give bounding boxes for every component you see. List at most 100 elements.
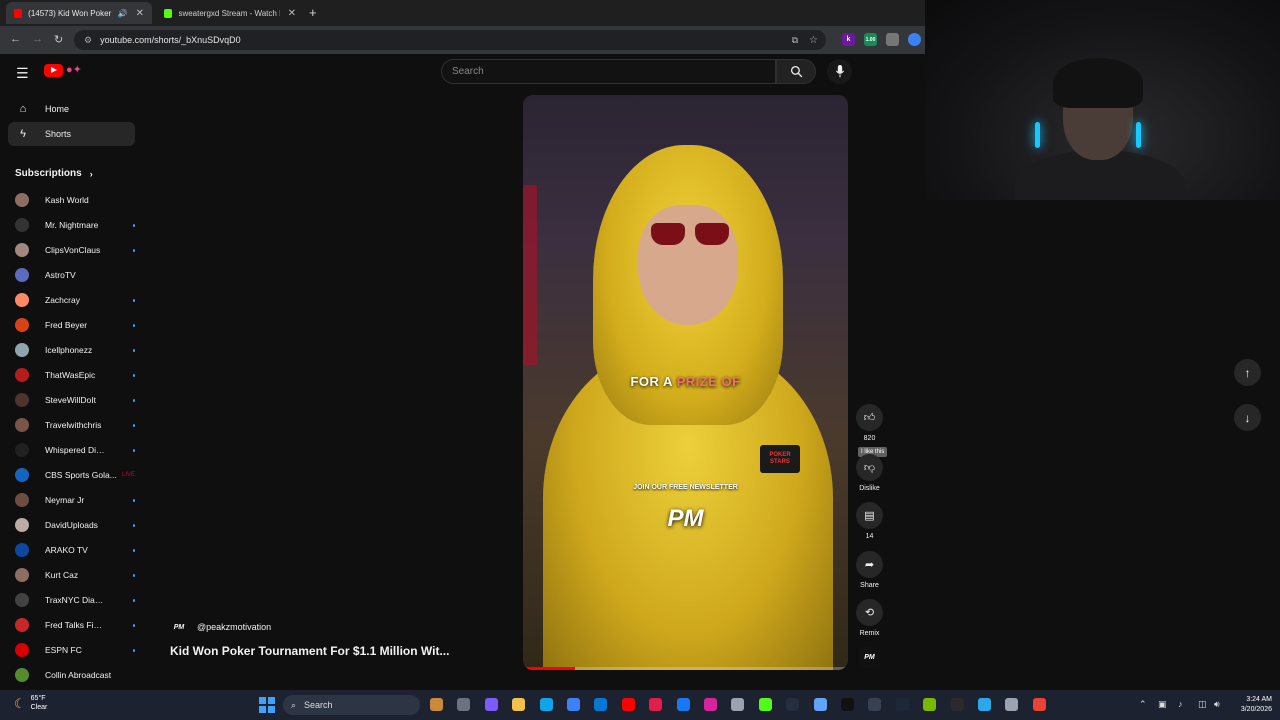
sidebar-subscription-item[interactable]: Kash World (15, 190, 135, 210)
extension-puzzle-icon[interactable] (886, 33, 899, 46)
sidebar-subscription-item[interactable]: Whispered Diaries (15, 440, 135, 460)
windows-start-button[interactable] (259, 697, 275, 713)
youtube-logo[interactable] (44, 64, 63, 77)
channel-handle[interactable]: @peakzmotivation (197, 622, 271, 632)
previous-short-button[interactable]: ↑ (1234, 359, 1261, 386)
close-tab-icon[interactable]: ✕ (288, 8, 296, 19)
sidebar-item-home[interactable]: ⌂ Home (8, 97, 135, 121)
sidebar-subscription-item[interactable]: Mr. Nightmare (15, 215, 135, 235)
forward-icon[interactable]: → (32, 33, 43, 45)
bookmark-star-icon[interactable]: ☆ (809, 35, 818, 46)
steam-icon[interactable] (895, 698, 909, 711)
sidebar-subscription-item[interactable]: DavidUploads (15, 515, 135, 535)
chrome-icon[interactable] (1032, 698, 1046, 711)
copilot-icon[interactable] (484, 698, 498, 711)
comment-count: 14 (865, 533, 874, 540)
sidebar-subscription-item[interactable]: ARAKO TV (15, 540, 135, 560)
app-dark-icon[interactable] (868, 698, 882, 711)
tiktok-icon[interactable] (841, 698, 854, 711)
tray-app-icon[interactable]: ▣ (1158, 699, 1167, 710)
speaker-icon[interactable]: 🔊 (118, 9, 128, 18)
amazon-icon[interactable] (786, 698, 800, 711)
settings-icon[interactable] (1005, 698, 1019, 711)
share-button[interactable]: ➦ (856, 551, 883, 578)
search-input[interactable]: Search (441, 59, 776, 84)
dislike-button[interactable]: 👎︎ (856, 454, 883, 481)
epic-games-icon[interactable] (950, 698, 964, 711)
install-app-icon[interactable]: ⧉ (792, 35, 798, 46)
browser-tab-youtube[interactable]: (14573) Kid Won Poker Tourn 🔊 ✕ (6, 2, 152, 24)
channel-avatar (15, 268, 29, 282)
kick-app-icon[interactable] (758, 698, 772, 711)
comments-button[interactable]: ▤ (856, 502, 883, 529)
sidebar-subscription-item[interactable]: Collin Abroadcast (15, 665, 135, 685)
voice-search-button[interactable] (827, 59, 852, 84)
sidebar-item-shorts[interactable]: ϟ Shorts (8, 122, 135, 146)
sidebar-subscription-item[interactable]: ThatWasEpic (15, 365, 135, 385)
extension-k-icon[interactable]: k (842, 33, 855, 46)
taskbar-search[interactable]: ⌕ Search (283, 695, 420, 715)
video-background-light (523, 185, 537, 365)
new-content-dot (132, 298, 135, 302)
sidebar-subscription-item[interactable]: SteveWillDoIt (15, 390, 135, 410)
sidebar-subscription-item[interactable]: Fred Beyer (15, 315, 135, 335)
app-gray-icon[interactable] (731, 698, 745, 711)
weather-widget[interactable]: ☾ 65°F Clear (14, 694, 47, 712)
subscriptions-header[interactable]: Subscriptions › (15, 168, 93, 179)
back-icon[interactable]: ← (10, 33, 21, 45)
hamburger-menu-icon[interactable]: ☰ (16, 65, 29, 82)
sidebar-subscription-item[interactable]: Zachcray (15, 290, 135, 310)
new-tab-icon[interactable]: + (309, 5, 317, 20)
short-video-player[interactable]: POKER STARS FOR A PRIZE OF JOIN OUR FREE… (523, 95, 848, 670)
next-short-button[interactable]: ↓ (1234, 404, 1261, 431)
nvidia-icon[interactable] (923, 698, 937, 711)
edge-icon[interactable] (539, 698, 553, 711)
tray-volume-icon[interactable]: 🔊︎ (1214, 699, 1220, 710)
instagram-icon[interactable] (704, 698, 717, 711)
like-button[interactable]: 👍︎ (856, 404, 883, 431)
app-red-icon[interactable] (649, 698, 663, 711)
channel-avatar[interactable]: PM (170, 618, 188, 636)
mail-icon[interactable] (594, 698, 608, 711)
browser-tab-kick[interactable]: sweatergxd Stream - Watch Liv ✕ (156, 2, 304, 24)
sidebar-subscription-item[interactable]: Travelwithchris (15, 415, 135, 435)
taskbar-clock[interactable]: 3:24 AM 3/20/2026 (1232, 695, 1272, 715)
address-bar[interactable]: ⚙ youtube.com/shorts/_bXnuSDvqD0 ⧉ ☆ (74, 30, 826, 50)
search-button[interactable] (776, 59, 816, 84)
video-progress-bar[interactable] (523, 667, 848, 670)
channel-chip[interactable]: PM (859, 647, 880, 668)
sidebar-subscription-item[interactable]: Icellphonezz (15, 340, 135, 360)
channel-row[interactable]: PM @peakzmotivation (170, 618, 271, 636)
tray-network-icon[interactable]: ◫ (1198, 699, 1207, 710)
file-explorer-icon[interactable] (512, 698, 526, 711)
sidebar-subscription-item[interactable]: ESPN FC (15, 640, 135, 660)
sidebar-subscription-item[interactable]: Fred Talks Fighti... (15, 615, 135, 635)
site-info-icon[interactable]: ⚙ (84, 35, 92, 46)
profile-avatar[interactable] (908, 33, 921, 46)
tray-microphone-icon[interactable]: ♪ (1178, 699, 1183, 709)
sidebar-subscription-item[interactable]: Neymar Jr (15, 490, 135, 510)
short-title[interactable]: Kid Won Poker Tournament For $1.1 Millio… (170, 644, 449, 658)
sidebar-subscription-item[interactable]: Kurt Caz (15, 565, 135, 585)
close-tab-icon[interactable]: ✕ (136, 8, 144, 19)
kick-favicon-icon (164, 8, 173, 18)
remix-button[interactable]: ⟲ (856, 599, 883, 626)
task-view-icon[interactable] (457, 698, 471, 711)
sidebar-subscription-item[interactable]: ClipsVonClaus (15, 240, 135, 260)
reload-icon[interactable]: ↻ (54, 33, 63, 46)
tray-chevron-up-icon[interactable]: ⌃ (1139, 699, 1147, 710)
sidebar-subscription-item[interactable]: TraxNYC Diamon... (15, 590, 135, 610)
telegram-icon[interactable] (978, 698, 991, 711)
extension-counter-icon[interactable]: 1.00 (864, 33, 877, 46)
widgets-icon[interactable] (430, 698, 443, 711)
app-blue-icon[interactable] (813, 698, 827, 711)
like-count: 820 (863, 435, 876, 442)
sidebar-subscription-item[interactable]: CBS Sports Gola... LIVE (15, 465, 135, 485)
weather-temp: 65°F (30, 695, 46, 702)
facebook-icon[interactable] (676, 698, 690, 711)
store-icon[interactable] (567, 698, 580, 711)
channel-avatar (15, 668, 29, 682)
windows-taskbar (0, 690, 1280, 720)
sidebar-subscription-item[interactable]: AstroTV (15, 265, 135, 285)
youtube-app-icon[interactable] (621, 698, 635, 711)
